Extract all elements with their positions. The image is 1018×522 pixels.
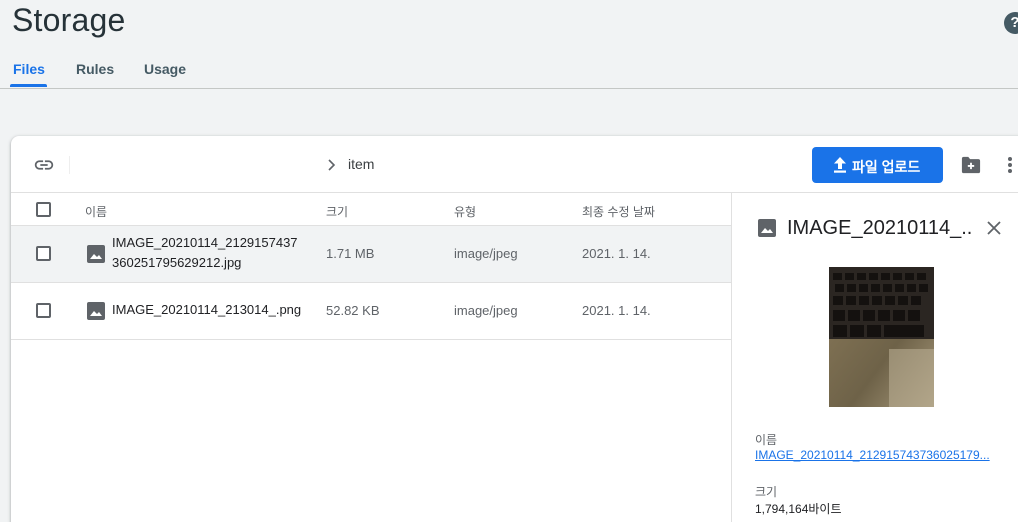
detail-size-value: 1,794,164바이트 bbox=[755, 502, 842, 516]
file-name-line: IMAGE_20210114_2129157437 bbox=[112, 235, 298, 250]
path-divider bbox=[69, 156, 70, 174]
file-modified: 2021. 1. 14. bbox=[582, 246, 651, 261]
image-icon bbox=[758, 219, 776, 237]
file-toolbar: item 파일 업로드 bbox=[11, 136, 1018, 193]
page-title: Storage bbox=[12, 2, 126, 38]
create-folder-icon[interactable] bbox=[960, 155, 982, 175]
table-row[interactable]: IMAGE_20210114_2129157437 36025179562921… bbox=[11, 226, 731, 283]
detail-title: IMAGE_20210114_... bbox=[787, 217, 973, 239]
table-row[interactable]: IMAGE_20210114_213014_.png 52.82 KB imag… bbox=[11, 283, 731, 340]
image-preview bbox=[829, 267, 934, 407]
close-icon[interactable] bbox=[986, 220, 1002, 236]
chevron-right-icon bbox=[328, 159, 336, 171]
active-tab-indicator bbox=[10, 84, 47, 87]
upload-file-button[interactable]: 파일 업로드 bbox=[812, 147, 943, 183]
file-name[interactable]: IMAGE_20210114_213014_.png bbox=[112, 300, 301, 320]
file-browser-card: item 파일 업로드 이름 크기 유형 최종 수정 날짜 IMAGE_2021… bbox=[11, 136, 1018, 522]
upload-icon bbox=[834, 157, 846, 173]
image-icon bbox=[87, 245, 105, 263]
upload-button-label: 파일 업로드 bbox=[852, 159, 921, 175]
page-header: Storage ? Files Rules Usage bbox=[0, 0, 1018, 90]
tab-usage[interactable]: Usage bbox=[144, 54, 186, 88]
file-name[interactable]: IMAGE_20210114_2129157437 36025179562921… bbox=[112, 233, 298, 273]
select-all-checkbox[interactable] bbox=[36, 202, 51, 217]
file-size: 1.71 MB bbox=[326, 246, 375, 261]
tab-files[interactable]: Files bbox=[13, 54, 45, 88]
column-header-modified[interactable]: 최종 수정 날짜 bbox=[582, 203, 655, 220]
file-modified: 2021. 1. 14. bbox=[582, 303, 651, 318]
detail-name-label: 이름 bbox=[755, 433, 778, 447]
detail-size-label: 크기 bbox=[755, 485, 778, 499]
image-icon bbox=[87, 302, 105, 320]
column-header-name[interactable]: 이름 bbox=[85, 203, 107, 220]
row-checkbox[interactable] bbox=[36, 303, 51, 318]
file-type: image/jpeg bbox=[454, 246, 518, 261]
more-vert-icon[interactable] bbox=[1002, 154, 1018, 176]
tab-rules[interactable]: Rules bbox=[76, 54, 114, 88]
breadcrumb-folder-item[interactable]: item bbox=[348, 156, 374, 172]
file-size: 52.82 KB bbox=[326, 303, 380, 318]
row-checkbox[interactable] bbox=[36, 246, 51, 261]
link-icon[interactable] bbox=[33, 154, 55, 176]
detail-name-link[interactable]: IMAGE_20210114_212915743736025179... bbox=[755, 448, 1018, 462]
help-icon[interactable]: ? bbox=[1004, 12, 1018, 34]
file-type: image/jpeg bbox=[454, 303, 518, 318]
file-detail-panel: IMAGE_20210114_... 이름 IMAGE_20210114_212… bbox=[732, 193, 1018, 522]
file-name-line: 360251795629212.jpg bbox=[112, 255, 242, 270]
table-header-row: 이름 크기 유형 최종 수정 날짜 bbox=[11, 193, 731, 226]
column-header-type[interactable]: 유형 bbox=[454, 203, 476, 220]
header-divider bbox=[0, 88, 1018, 89]
column-header-size[interactable]: 크기 bbox=[326, 203, 348, 220]
